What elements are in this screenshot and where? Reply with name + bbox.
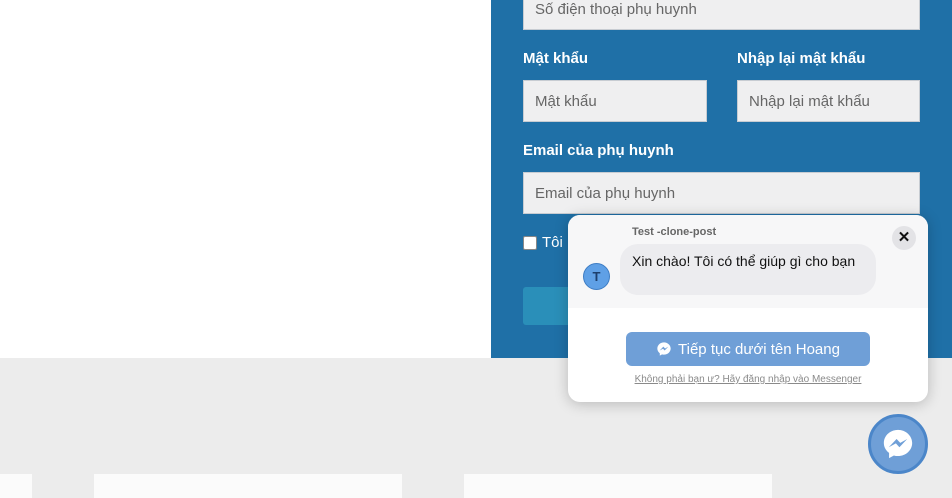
parent-email-input[interactable]	[523, 172, 920, 214]
password-label: Mật khẩu	[523, 50, 589, 67]
chat-header: Test -clone-post T Xin chào! Tôi có thể …	[568, 215, 928, 308]
continue-as-label: Tiếp tục dưới tên Hoang	[678, 340, 840, 358]
email-label: Email của phụ huynh	[523, 142, 674, 159]
repassword-input[interactable]	[737, 80, 920, 122]
messenger-icon	[657, 342, 671, 356]
repassword-label: Nhập lại mật khẩu	[737, 50, 866, 67]
parent-phone-input[interactable]	[523, 0, 920, 30]
content-card	[0, 474, 32, 498]
content-card	[464, 474, 772, 498]
content-card	[94, 474, 402, 498]
close-icon[interactable]: ✕	[892, 226, 916, 250]
chat-page-name: Test -clone-post	[632, 226, 717, 238]
continue-as-button[interactable]: Tiếp tục dưới tên Hoang	[626, 332, 870, 366]
messenger-login-link[interactable]: Không phải bạn ư? Hãy đăng nhập vào Mess…	[568, 374, 928, 385]
chat-message-bubble: Xin chào! Tôi có thể giúp gì cho bạn	[620, 244, 876, 295]
password-input[interactable]	[523, 80, 707, 122]
agree-text: Tôi	[542, 234, 563, 251]
messenger-fab-button[interactable]	[868, 414, 928, 474]
messenger-chat-popup: Test -clone-post T Xin chào! Tôi có thể …	[568, 215, 928, 402]
messenger-icon	[883, 429, 913, 459]
avatar: T	[583, 263, 610, 290]
agree-checkbox[interactable]	[523, 236, 537, 250]
